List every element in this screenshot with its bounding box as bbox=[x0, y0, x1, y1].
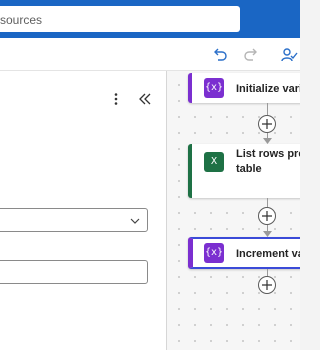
flow-step-initialize-variable[interactable]: {x} Initialize varia bbox=[188, 73, 300, 103]
more-options-button[interactable] bbox=[109, 92, 123, 106]
flow-step-title: List rows pres bbox=[236, 148, 300, 160]
flow-step-title: Increment va bbox=[236, 248, 300, 260]
plus-icon bbox=[262, 211, 272, 221]
plus-icon bbox=[262, 280, 272, 290]
value-field[interactable] bbox=[0, 260, 148, 284]
flow-checker-button[interactable] bbox=[280, 46, 298, 64]
flow-checker-icon bbox=[280, 46, 298, 64]
action-details-panel bbox=[0, 71, 167, 350]
more-vertical-icon bbox=[109, 92, 123, 106]
insert-step-button[interactable] bbox=[258, 115, 276, 133]
flow-step-title-line2: table bbox=[236, 163, 262, 175]
undo-icon bbox=[211, 46, 229, 64]
excel-icon: X bbox=[204, 152, 224, 172]
top-bar: sources bbox=[0, 0, 300, 38]
undo-button[interactable] bbox=[211, 46, 229, 64]
designer-toolbar bbox=[0, 38, 300, 71]
redo-button[interactable] bbox=[242, 46, 260, 64]
search-input[interactable]: sources bbox=[0, 6, 240, 32]
connector-line bbox=[267, 269, 268, 276]
search-input-text: sources bbox=[0, 13, 43, 27]
flow-step-increment-variable[interactable]: {x} Increment va bbox=[188, 237, 300, 269]
insert-step-button[interactable] bbox=[258, 276, 276, 294]
dropdown-select[interactable] bbox=[0, 208, 148, 232]
flow-step-list-rows[interactable]: X List rows pres table bbox=[188, 144, 300, 198]
flow-canvas[interactable]: {x} Initialize varia X List rows pres ta… bbox=[167, 71, 300, 350]
flow-step-title: Initialize varia bbox=[236, 83, 300, 95]
collapse-panel-button[interactable] bbox=[138, 92, 152, 106]
collapse-double-chevron-icon bbox=[138, 92, 152, 106]
variable-icon: {x} bbox=[204, 243, 224, 263]
connector-line bbox=[267, 198, 268, 207]
redo-icon bbox=[242, 46, 260, 64]
insert-step-button[interactable] bbox=[258, 207, 276, 225]
chevron-down-icon bbox=[129, 215, 141, 227]
plus-icon bbox=[262, 119, 272, 129]
connector-line bbox=[267, 103, 268, 115]
variable-icon: {x} bbox=[204, 78, 224, 98]
